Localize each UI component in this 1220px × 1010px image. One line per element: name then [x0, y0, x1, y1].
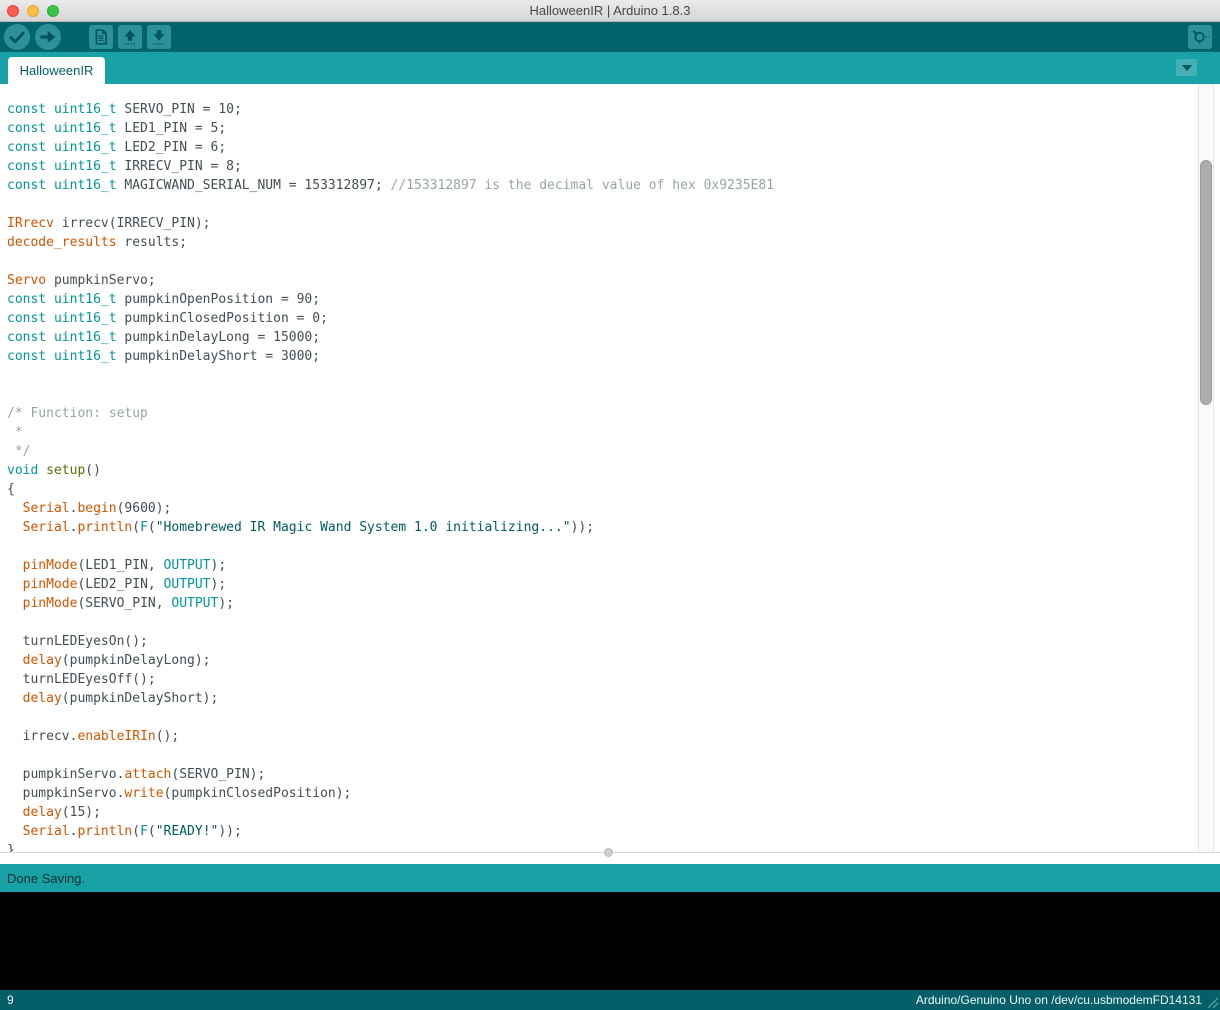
code-line: Serial.println(F("Homebrewed IR Magic Wa…	[7, 518, 1220, 537]
code-line	[7, 746, 1220, 765]
tab-list-dropdown-button[interactable]	[1176, 59, 1197, 76]
code-line: *	[7, 423, 1220, 442]
code-line: const uint16_t pumpkinDelayLong = 15000;	[7, 328, 1220, 347]
open-button[interactable]	[118, 25, 142, 49]
code-line	[7, 537, 1220, 556]
editor-scrollbar[interactable]	[1198, 84, 1214, 852]
code-line: decode_results results;	[7, 233, 1220, 252]
statusbar: Done Saving.	[0, 864, 1220, 892]
window-title: HalloweenIR | Arduino 1.8.3	[0, 0, 1220, 22]
console-output[interactable]	[0, 892, 1220, 990]
line-number-indicator: 9	[7, 993, 14, 1007]
code-line	[7, 366, 1220, 385]
code-line: const uint16_t pumpkinClosedPosition = 0…	[7, 309, 1220, 328]
new-document-icon	[90, 26, 112, 48]
new-sketch-button[interactable]	[89, 25, 113, 49]
code-line	[7, 252, 1220, 271]
code-line	[7, 613, 1220, 632]
arrow-right-icon	[36, 25, 60, 49]
code-line: pumpkinServo.attach(SERVO_PIN);	[7, 765, 1220, 784]
code-line: delay(pumpkinDelayLong);	[7, 651, 1220, 670]
chevron-down-icon	[1182, 65, 1192, 71]
bottombar: 9 Arduino/Genuino Uno on /dev/cu.usbmode…	[0, 990, 1220, 1010]
code-line: pinMode(LED1_PIN, OUTPUT);	[7, 556, 1220, 575]
code-line: Servo pumpkinServo;	[7, 271, 1220, 290]
code-line: const uint16_t IRRECV_PIN = 8;	[7, 157, 1220, 176]
check-icon	[5, 25, 29, 49]
upload-button[interactable]	[35, 24, 61, 50]
editor-console-splitter[interactable]	[0, 852, 1220, 864]
magnifier-icon	[1189, 26, 1211, 48]
toolbar	[0, 22, 1220, 52]
code-line: const uint16_t pumpkinOpenPosition = 90;	[7, 290, 1220, 309]
tabbar: HalloweenIR	[0, 52, 1220, 84]
save-button[interactable]	[147, 25, 171, 49]
code-line: pinMode(LED2_PIN, OUTPUT);	[7, 575, 1220, 594]
code-line: Serial.begin(9600);	[7, 499, 1220, 518]
code-line: pinMode(SERVO_PIN, OUTPUT);	[7, 594, 1220, 613]
code-line: const uint16_t SERVO_PIN = 10;	[7, 100, 1220, 119]
code-line: const uint16_t MAGICWAND_SERIAL_NUM = 15…	[7, 176, 1220, 195]
code-line	[7, 708, 1220, 727]
editor-scrollbar-thumb[interactable]	[1200, 160, 1212, 405]
code-line: turnLEDEyesOff();	[7, 670, 1220, 689]
arrow-up-icon	[119, 26, 141, 48]
board-port-label: Arduino/Genuino Uno on /dev/cu.usbmodemF…	[916, 993, 1202, 1007]
splitter-grip-icon[interactable]	[604, 848, 613, 857]
code-line: irrecv.enableIRIn();	[7, 727, 1220, 746]
code-line: */	[7, 442, 1220, 461]
code-line: }	[7, 841, 1220, 852]
code-line: IRrecv irrecv(IRRECV_PIN);	[7, 214, 1220, 233]
code-line	[7, 385, 1220, 404]
code-line	[7, 195, 1220, 214]
code-line: const uint16_t LED2_PIN = 6;	[7, 138, 1220, 157]
code-line: {	[7, 480, 1220, 499]
code-line: delay(pumpkinDelayShort);	[7, 689, 1220, 708]
arduino-ide-window: HalloweenIR | Arduino 1.8.3	[0, 0, 1220, 1010]
code-line: const uint16_t LED1_PIN = 5;	[7, 119, 1220, 138]
code-line: void setup()	[7, 461, 1220, 480]
code-line: turnLEDEyesOn();	[7, 632, 1220, 651]
code-line: const uint16_t pumpkinDelayShort = 3000;	[7, 347, 1220, 366]
serial-monitor-button[interactable]	[1188, 25, 1212, 49]
status-message: Done Saving.	[7, 871, 85, 886]
code-line: pumpkinServo.write(pumpkinClosedPosition…	[7, 784, 1220, 803]
titlebar: HalloweenIR | Arduino 1.8.3	[0, 0, 1220, 22]
resize-grip-icon[interactable]	[1204, 994, 1219, 1009]
code-line: delay(15);	[7, 803, 1220, 822]
tab-label: HalloweenIR	[20, 63, 94, 78]
code-line: /* Function: setup	[7, 404, 1220, 423]
tab-halloweenir[interactable]: HalloweenIR	[8, 57, 105, 84]
arrow-down-icon	[148, 26, 170, 48]
code-lines: const uint16_t SERVO_PIN = 10;const uint…	[0, 84, 1220, 852]
verify-button[interactable]	[4, 24, 30, 50]
code-line: Serial.println(F("READY!"));	[7, 822, 1220, 841]
code-editor[interactable]: const uint16_t SERVO_PIN = 10;const uint…	[0, 84, 1220, 852]
